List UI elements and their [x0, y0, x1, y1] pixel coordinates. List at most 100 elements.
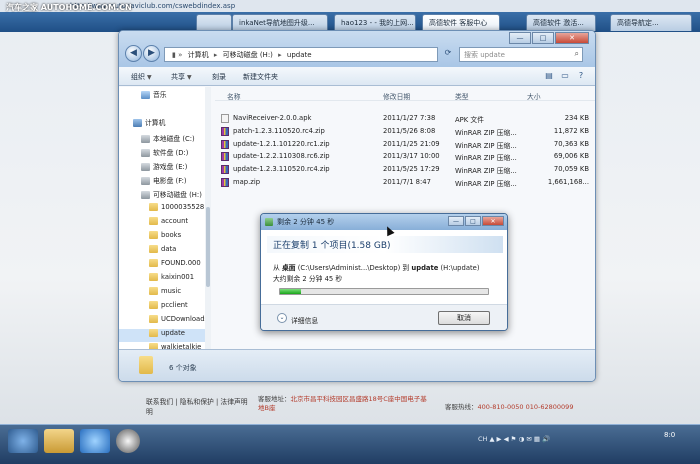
column-modified[interactable]: 修改日期	[383, 91, 410, 101]
sidebar-item[interactable]: 1000035528	[119, 203, 210, 216]
sidebar-item[interactable]: 软件盘 (D:)	[119, 147, 210, 160]
sidebar-item-label: 本地磁盘 (C:)	[153, 135, 195, 143]
maximize-button[interactable]: □	[532, 32, 554, 44]
folder-icon	[139, 356, 153, 374]
new-folder-button[interactable]: 新建文件夹	[243, 72, 278, 82]
file-modified: 2011/3/17 10:00	[383, 152, 440, 161]
sidebar-item[interactable]: account	[119, 217, 210, 230]
sidebar-item[interactable]: 可移动磁盘 (H:)	[119, 189, 210, 202]
table-row[interactable]: map.zip 2011/7/1 8:47 WinRAR ZIP 压缩... 1,66…	[215, 177, 595, 188]
table-row[interactable]: update-1.2.2.110308.rc6.zip 2011/3/17 10:…	[215, 151, 595, 162]
dialog-maximize-button[interactable]: □	[465, 216, 481, 226]
column-size[interactable]: 大小	[527, 91, 541, 101]
qq-penguin-icon[interactable]	[116, 429, 140, 453]
destination-folder-link[interactable]: update	[411, 264, 438, 272]
sidebar-item[interactable]: pcclient	[119, 301, 210, 314]
system-tray[interactable]: CH ▲ ▶ ◀ ⚑ ◑ ✉ ▦ 🔊	[478, 435, 550, 443]
sidebar-item[interactable]: 游戏盘 (E:)	[119, 161, 210, 174]
internet-explorer-icon[interactable]	[80, 429, 110, 453]
sidebar-item[interactable]: books	[119, 231, 210, 244]
column-name[interactable]: 名称	[227, 91, 241, 101]
more-details-toggle[interactable]: 详细信息	[291, 315, 318, 325]
scrollbar-thumb[interactable]	[206, 207, 210, 287]
sidebar-item[interactable]: 计算机	[119, 117, 210, 130]
status-item-count: 6 个对象	[169, 364, 197, 372]
back-arrow-icon: ◀	[130, 48, 137, 58]
sidebar-item-label: pcclient	[161, 301, 188, 309]
cancel-button[interactable]: 取消	[438, 311, 490, 325]
browser-tab[interactable]: 高德软件 激活...	[526, 14, 596, 31]
progress-fill	[280, 289, 301, 294]
drive-icon	[141, 135, 150, 143]
address-bar[interactable]: ▮ » 计算机 ▸ 可移动磁盘 (H:) ▸ update	[164, 47, 438, 62]
search-input[interactable]: 搜索 update ⌕	[459, 47, 583, 62]
refresh-icon[interactable]: ⟳	[441, 48, 455, 61]
folder-icon: ▮ »	[172, 51, 183, 59]
copy-heading: 正在复制 1 个项目(1.58 GB)	[273, 241, 391, 251]
breadcrumb-update[interactable]: update	[287, 51, 312, 59]
browser-tab[interactable]: 高德导航定...	[610, 14, 692, 31]
copy-icon	[265, 218, 273, 226]
browser-tab[interactable]: hao123 - - 我的上网...	[334, 14, 416, 31]
sidebar-item-label: account	[161, 217, 189, 225]
music-icon	[141, 91, 150, 99]
close-button[interactable]: ✕	[555, 32, 589, 44]
footer-links[interactable]: 联系我们 | 隐私和保护 | 法律声明	[146, 396, 248, 406]
help-icon[interactable]: ?	[575, 70, 587, 82]
source-folder-link[interactable]: 桌面	[282, 264, 296, 272]
sidebar-item[interactable]: kaixin001	[119, 273, 210, 286]
drive-icon	[141, 149, 150, 157]
navigation-scrollbar[interactable]	[205, 87, 211, 349]
status-bar: 6 个对象	[119, 349, 595, 381]
preview-pane-icon[interactable]: ▭	[559, 70, 571, 82]
explorer-taskbar-icon[interactable]	[44, 429, 74, 453]
forward-arrow-icon: ▶	[148, 48, 155, 58]
organize-menu[interactable]: 组织 ▼	[131, 72, 152, 82]
expand-chevron-icon[interactable]: ⌄	[277, 313, 287, 323]
explorer-titlebar: — □ ✕ ◀ ▶ ▮ » 计算机 ▸ 可移动磁盘 (H:) ▸ update …	[119, 31, 595, 67]
table-row[interactable]: NaviReceiver-2.0.0.apk 2011/1/27 7:38 APK …	[215, 113, 595, 124]
file-size: 11,872 KB	[553, 126, 589, 135]
sidebar-item[interactable]: 电影盘 (F:)	[119, 175, 210, 188]
table-row[interactable]: update-1.2.1.101220.rc1.zip 2011/1/25 21:…	[215, 139, 595, 150]
dialog-footer: ⌄ 详细信息 取消	[261, 304, 507, 330]
web-page-footer: 联系我们 | 隐私和保护 | 法律声明 明 客服地址：北京市昌平科技园区昌盛路1…	[130, 388, 590, 424]
column-type[interactable]: 类型	[455, 91, 469, 101]
sidebar-item-label: 游戏盘 (E:)	[153, 163, 188, 171]
file-name: map.zip	[233, 178, 261, 186]
table-row[interactable]: patch-1.2.3.110520.rc4.zip 2011/5/26 8:08…	[215, 126, 595, 137]
back-button[interactable]: ◀	[125, 45, 142, 62]
clock[interactable]: 8:0	[664, 431, 675, 439]
search-icon[interactable]: ⌕	[575, 49, 579, 59]
view-options-icon[interactable]: ▤	[543, 70, 555, 82]
sidebar-item[interactable]: UCDownloads	[119, 315, 210, 328]
phone-label: 客服热线：	[445, 403, 478, 411]
file-name: patch-1.2.3.110520.rc4.zip	[233, 126, 325, 135]
table-row[interactable]: update-1.2.3.110520.rc4.zip 2011/5/25 17:…	[215, 164, 595, 175]
drive-icon	[141, 177, 150, 185]
minimize-button[interactable]: —	[509, 32, 531, 44]
file-name: NaviReceiver-2.0.0.apk	[233, 114, 312, 122]
sidebar-item-label: music	[161, 287, 182, 295]
media-player-icon[interactable]	[8, 429, 38, 453]
browser-tab[interactable]	[196, 14, 232, 31]
file-size: 1,661,168...	[547, 178, 589, 186]
sidebar-item[interactable]: update	[119, 329, 210, 342]
burn-button[interactable]: 刻录	[212, 72, 226, 82]
sidebar-item[interactable]: data	[119, 245, 210, 258]
forward-button[interactable]: ▶	[143, 45, 160, 62]
sidebar-item[interactable]: 音乐	[119, 89, 210, 102]
support-address: 客服地址：北京市昌平科技园区昌盛路18号C座中国电子基地B座	[258, 395, 428, 413]
share-menu[interactable]: 共享 ▼	[171, 72, 192, 82]
file-list-header: 名称 修改日期 类型 大小	[215, 88, 595, 101]
breadcrumb-computer[interactable]: 计算机	[188, 51, 209, 59]
browser-tab[interactable]: 高德软件 客服中心	[422, 14, 500, 31]
sidebar-item[interactable]: 本地磁盘 (C:)	[119, 133, 210, 146]
dialog-close-button[interactable]: ✕	[482, 216, 504, 226]
sidebar-item[interactable]: FOUND.000	[119, 259, 210, 272]
breadcrumb-removable-disk[interactable]: 可移动磁盘 (H:)	[223, 51, 273, 59]
from-prefix: 从	[273, 264, 282, 272]
browser-tab[interactable]: inkaNet导航地图升级...	[232, 14, 328, 31]
dialog-minimize-button[interactable]: —	[448, 216, 464, 226]
sidebar-item[interactable]: music	[119, 287, 210, 300]
